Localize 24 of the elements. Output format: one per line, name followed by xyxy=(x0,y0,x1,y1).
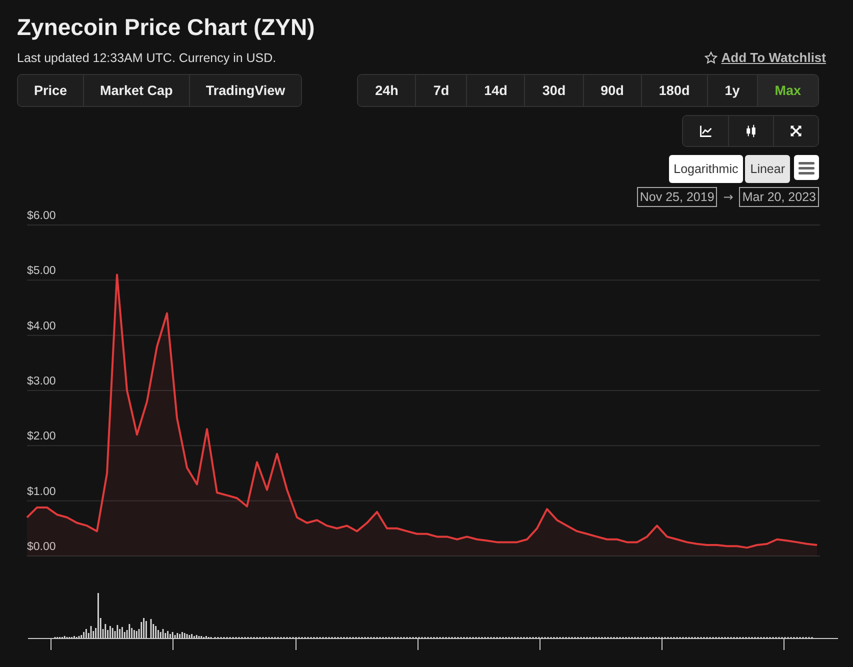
chart-menu-button[interactable] xyxy=(794,155,819,180)
line-chart-icon xyxy=(698,124,712,138)
page-title: Zynecoin Price Chart (ZYN) xyxy=(17,13,316,42)
y-axis-label: $5.00 xyxy=(27,265,56,278)
y-axis-label: $4.00 xyxy=(27,320,56,332)
candlestick-icon xyxy=(744,124,758,138)
update-note: Last updated 12:33AM UTC. Currency in USD. xyxy=(17,50,276,64)
scale-button[interactable]: Logarithmic xyxy=(668,155,744,183)
menu-icon xyxy=(798,160,815,174)
y-axis-label: $6.00 xyxy=(27,210,56,222)
expand-icon xyxy=(789,124,803,138)
add-to-watchlist-link[interactable]: Add To Watchlist xyxy=(704,50,826,65)
y-axis-label: $1.00 xyxy=(27,486,56,498)
period-tab[interactable]: Max xyxy=(756,75,818,106)
y-axis-label: $0.00 xyxy=(27,541,56,553)
star-icon xyxy=(704,50,718,64)
chart-tool-button[interactable] xyxy=(773,116,818,146)
to-date-field[interactable]: Mar 20, 2023 xyxy=(739,187,819,207)
y-axis-label: $3.00 xyxy=(27,376,56,388)
view-tab[interactable]: TradingView xyxy=(188,75,302,106)
range-arrow: → xyxy=(723,190,734,204)
scale-button[interactable]: Linear xyxy=(745,155,790,183)
from-date-field[interactable]: Nov 25, 2019 xyxy=(636,187,718,207)
y-axis-label: $2.00 xyxy=(27,430,56,443)
